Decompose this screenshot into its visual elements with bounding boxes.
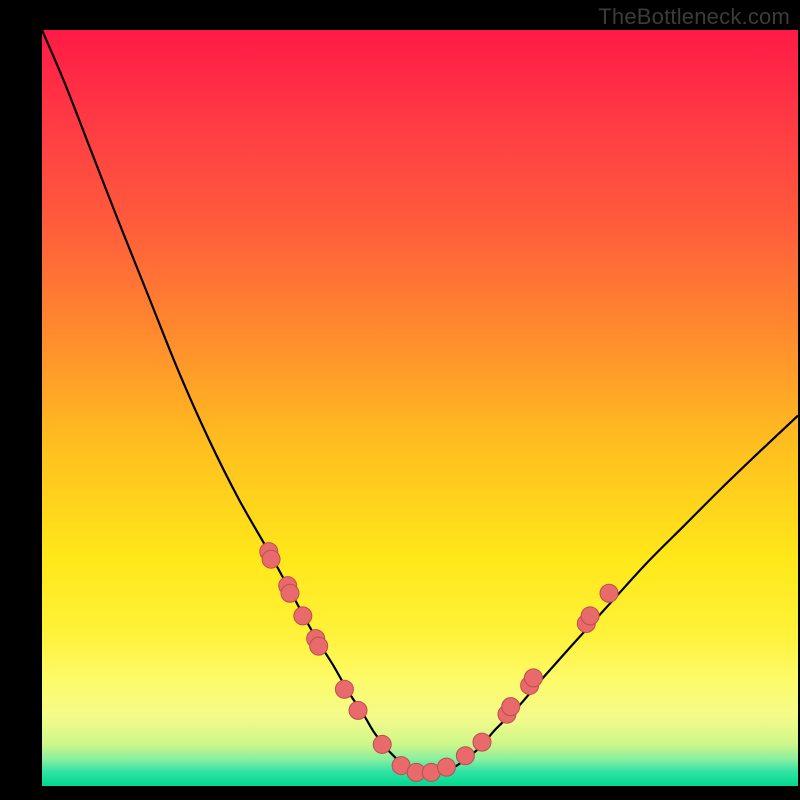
data-point <box>437 758 455 776</box>
data-point <box>310 637 328 655</box>
data-point <box>349 701 367 719</box>
data-point <box>456 747 474 765</box>
bottleneck-chart <box>0 0 800 800</box>
data-point <box>473 733 491 751</box>
data-point <box>335 680 353 698</box>
watermark-text: TheBottleneck.com <box>598 4 790 30</box>
plot-background <box>42 30 798 786</box>
data-point <box>294 607 312 625</box>
data-point <box>281 584 299 602</box>
data-point <box>502 698 520 716</box>
data-point <box>262 550 280 568</box>
chart-container: TheBottleneck.com <box>0 0 800 800</box>
data-point <box>600 584 618 602</box>
data-point <box>373 735 391 753</box>
data-point <box>581 607 599 625</box>
data-point <box>524 669 542 687</box>
